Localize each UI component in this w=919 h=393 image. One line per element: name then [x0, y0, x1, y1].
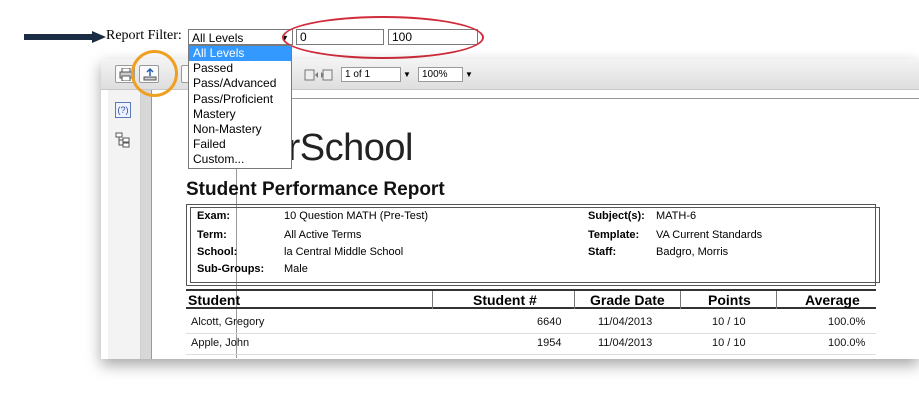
row-2-student-number: 1954	[537, 337, 562, 349]
zoom-dropdown-chevron-icon[interactable]: ▼	[465, 67, 475, 82]
column-header-points[interactable]: Points	[708, 292, 751, 308]
subjects-label: Subject(s):	[588, 210, 645, 222]
row-2-average: 100.0%	[828, 337, 866, 349]
filter-option-pass-proficient[interactable]: Pass/Proficient	[189, 92, 291, 107]
row-1-student-number: 6640	[537, 316, 562, 328]
filter-option-custom[interactable]: Custom...	[189, 152, 291, 167]
results-table-header: Student Student # Grade Date Points Aver…	[186, 289, 876, 309]
filter-option-non-mastery[interactable]: Non-Mastery	[189, 122, 291, 137]
report-filter-label: Report Filter:	[106, 28, 182, 43]
column-divider	[776, 291, 777, 309]
zoom-field[interactable]: 100%	[418, 67, 463, 82]
term-value: All Active Terms	[284, 229, 362, 241]
filter-option-all-levels[interactable]: All Levels	[189, 46, 291, 62]
column-header-average[interactable]: Average	[805, 292, 860, 308]
row-divider	[186, 333, 876, 334]
exam-label: Exam:	[197, 210, 231, 222]
filter-option-mastery[interactable]: Mastery	[189, 107, 291, 122]
column-header-grade-date[interactable]: Grade Date	[590, 292, 665, 308]
page-dropdown-chevron-icon[interactable]: ▼	[403, 67, 413, 82]
school-label: School:	[197, 246, 238, 258]
term-label: Term:	[197, 229, 227, 241]
row-1-grade-date: 11/04/2013	[598, 316, 653, 328]
filter-option-passed[interactable]: Passed	[189, 61, 291, 76]
column-divider	[574, 291, 575, 309]
column-header-student[interactable]: Student	[188, 292, 240, 308]
report-filter-selected-value: All Levels	[192, 31, 244, 45]
subjects-value: MATH-6	[656, 210, 697, 222]
score-range-highlight	[282, 16, 484, 59]
row-1-points: 10 / 10	[712, 316, 746, 328]
row-divider	[186, 354, 876, 355]
exam-value: 10 Question MATH (Pre-Test)	[284, 210, 429, 222]
filter-option-failed[interactable]: Failed	[189, 137, 291, 152]
content-gutter	[141, 90, 152, 359]
export-button-highlight	[131, 50, 178, 97]
help-icon[interactable]: (?)	[115, 102, 131, 118]
subgroups-value: Male	[284, 263, 308, 275]
row-2-points: 10 / 10	[712, 337, 746, 349]
subgroups-label: Sub-Groups:	[197, 263, 265, 275]
school-value: la Central Middle School	[284, 246, 404, 258]
row-2-grade-date: 11/04/2013	[598, 337, 653, 349]
template-value: VA Current Standards	[656, 229, 763, 241]
pointer-arrow-icon	[24, 31, 106, 43]
page-number-field[interactable]: 1 of 1	[341, 67, 401, 82]
column-divider	[432, 291, 433, 309]
report-filter-select[interactable]: All Levels ▼	[188, 29, 293, 45]
template-label: Template:	[588, 229, 640, 241]
report-filter-dropdown: All Levels Passed Pass/Advanced Pass/Pro…	[188, 45, 292, 169]
staff-label: Staff:	[588, 246, 617, 258]
viewer-sidebar: (?)	[108, 90, 141, 359]
page-border-top	[237, 98, 919, 99]
filter-option-pass-advanced[interactable]: Pass/Advanced	[189, 76, 291, 91]
row-2-student: Apple, John	[191, 337, 250, 349]
row-1-student: Alcott, Gregory	[191, 316, 265, 328]
document-map-icon[interactable]	[115, 132, 131, 148]
column-header-student-number[interactable]: Student #	[473, 292, 537, 308]
report-title: Student Performance Report	[186, 179, 445, 200]
page-nav-icon[interactable]	[304, 69, 336, 81]
column-divider	[680, 291, 681, 309]
row-1-average: 100.0%	[828, 316, 866, 328]
staff-value: Badgro, Morris	[656, 246, 729, 258]
